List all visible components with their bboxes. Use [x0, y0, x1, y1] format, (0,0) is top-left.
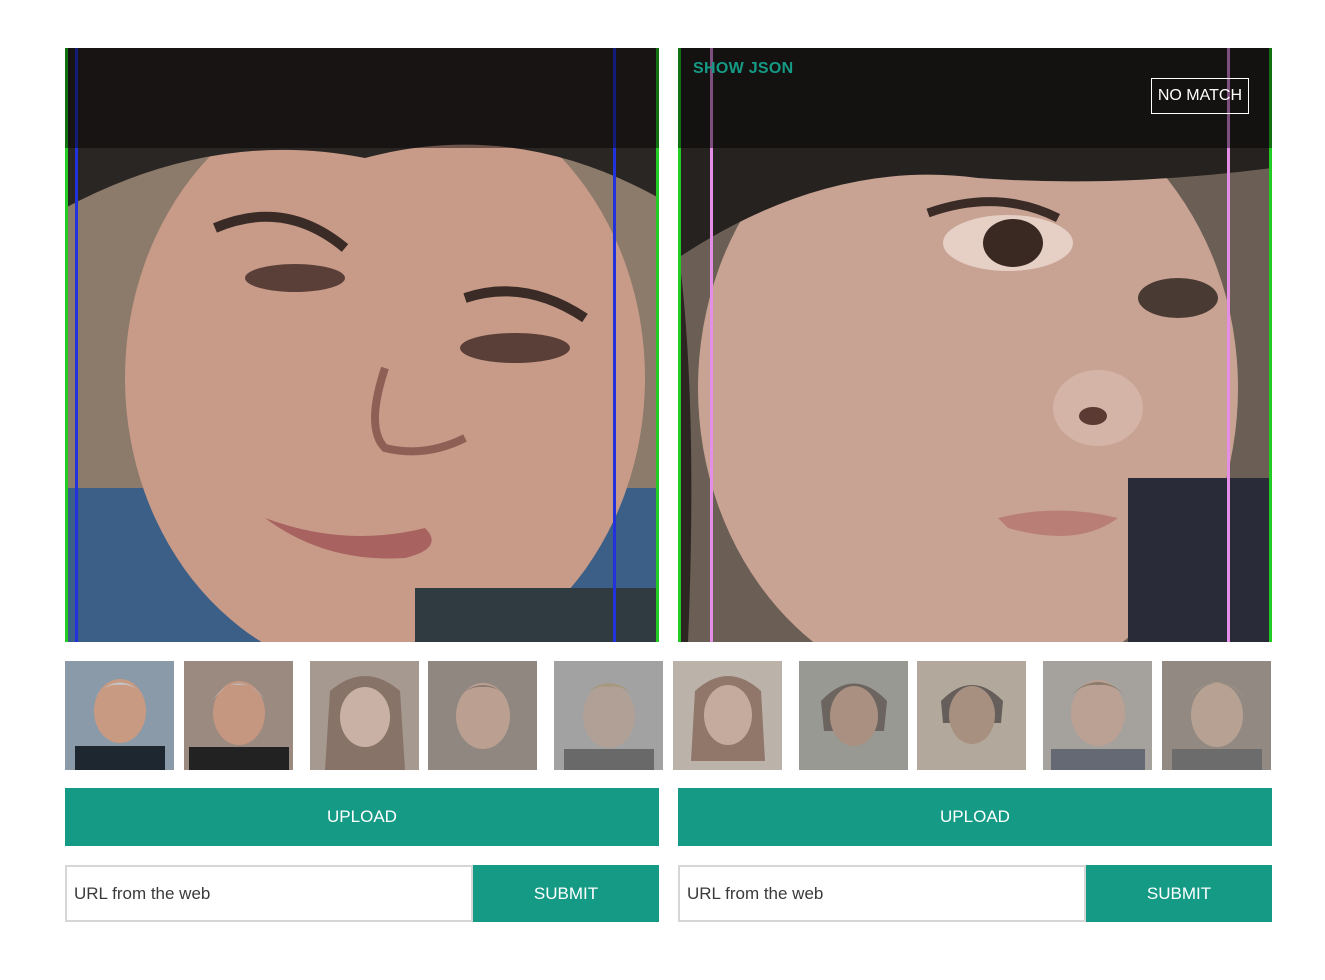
thumb-man-blond-2[interactable] — [1162, 661, 1271, 770]
thumb-woman-short-hair-2[interactable] — [917, 661, 1026, 770]
right-face-panel: SHOW JSON NO MATCH — [678, 48, 1272, 642]
thumb-man-stubble-1[interactable] — [428, 661, 537, 770]
show-json-link[interactable]: SHOW JSON — [693, 60, 794, 78]
right-upload-button[interactable]: UPLOAD — [678, 788, 1272, 846]
thumb-woman-brown-hair-2[interactable] — [673, 661, 782, 770]
thumb-man-stubble-2[interactable] — [1043, 661, 1152, 770]
left-upload-button[interactable]: UPLOAD — [65, 788, 659, 846]
right-url-input[interactable] — [678, 865, 1086, 922]
thumb-man-gray-hair-2[interactable] — [184, 661, 293, 770]
thumb-man-gray-hair-1[interactable] — [65, 661, 174, 770]
right-url-row: SUBMIT — [678, 865, 1272, 922]
thumb-man-blond-1[interactable] — [554, 661, 663, 770]
left-url-row: SUBMIT — [65, 865, 659, 922]
sample-thumbnails — [65, 661, 1272, 770]
left-submit-button[interactable]: SUBMIT — [473, 865, 659, 922]
left-url-input[interactable] — [65, 865, 473, 922]
thumb-woman-brown-hair-1[interactable] — [310, 661, 419, 770]
top-overlay-band — [65, 48, 659, 148]
thumb-woman-short-hair-1[interactable] — [799, 661, 908, 770]
left-face-panel — [65, 48, 659, 642]
match-result-badge: NO MATCH — [1150, 78, 1249, 114]
right-submit-button[interactable]: SUBMIT — [1086, 865, 1272, 922]
